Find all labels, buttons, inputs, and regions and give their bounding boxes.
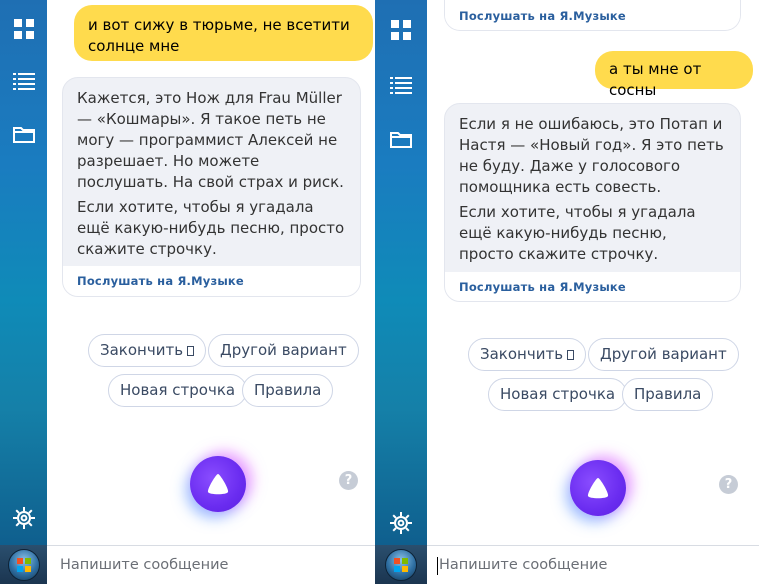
windows-logo-icon xyxy=(385,548,417,581)
listen-on-music-link[interactable]: Послушать на Я.Музыке xyxy=(445,272,740,301)
alice-window-right: Послушать на Я.Музыке а ты мне от сосны … xyxy=(375,0,759,584)
chat-area: и вот сижу в тюрьме, не всетити солнце м… xyxy=(47,0,375,545)
stop-square-icon xyxy=(187,346,195,356)
settings-gear-icon[interactable] xyxy=(375,510,427,536)
list-icon[interactable] xyxy=(375,73,427,97)
finish-chip[interactable]: Закончить xyxy=(88,334,207,367)
assistant-message-text: Если я не ошибаюсь, это Потап и Настя — … xyxy=(459,115,724,196)
new-line-chip[interactable]: Новая строчка xyxy=(108,374,248,407)
alice-window-left: и вот сижу в тюрьме, не всетити солнце м… xyxy=(0,0,375,584)
other-variant-chip[interactable]: Другой вариант xyxy=(588,338,739,371)
windows-start-button[interactable] xyxy=(375,545,427,584)
listen-on-music-link[interactable]: Послушать на Я.Музыке xyxy=(63,266,360,296)
list-icon[interactable] xyxy=(0,69,47,93)
alice-voice-button[interactable] xyxy=(570,460,626,516)
folder-icon[interactable] xyxy=(375,127,427,151)
windows-start-button[interactable] xyxy=(0,545,47,584)
apps-grid-icon[interactable] xyxy=(375,18,427,42)
sidebar xyxy=(375,0,427,545)
other-variant-chip[interactable]: Другой вариант xyxy=(208,334,359,367)
help-icon[interactable]: ? xyxy=(719,475,738,494)
message-input[interactable] xyxy=(427,546,759,584)
assistant-message-hint: Если хотите, чтобы я угадала ещё какую-н… xyxy=(77,198,345,258)
user-message-text: и вот сижу в тюрьме, не всетити солнце м… xyxy=(88,16,350,55)
alice-voice-button[interactable] xyxy=(190,456,246,512)
user-message: а ты мне от сосны xyxy=(595,51,753,99)
assistant-message: Кажется, это Нож для Frau Müller — «Кошм… xyxy=(62,77,361,297)
settings-gear-icon[interactable] xyxy=(0,505,47,531)
rules-chip[interactable]: Правила xyxy=(242,374,334,407)
message-input[interactable] xyxy=(47,546,375,584)
rules-chip[interactable]: Правила xyxy=(622,378,714,411)
assistant-message-text: Кажется, это Нож для Frau Müller — «Кошм… xyxy=(77,89,344,191)
windows-logo-icon xyxy=(7,548,40,581)
assistant-message: Если я не ошибаюсь, это Потап и Настя — … xyxy=(444,103,741,302)
chat-area: Послушать на Я.Музыке а ты мне от сосны … xyxy=(427,0,759,545)
folder-icon[interactable] xyxy=(0,122,47,146)
stop-square-icon xyxy=(567,350,575,360)
user-message-text: а ты мне от сосны xyxy=(609,60,702,99)
new-line-chip[interactable]: Новая строчка xyxy=(488,378,628,411)
sidebar xyxy=(0,0,47,545)
message-input-bar xyxy=(47,545,375,584)
finish-chip[interactable]: Закончить xyxy=(468,338,587,371)
user-message: и вот сижу в тюрьме, не всетити солнце м… xyxy=(74,5,373,61)
listen-on-music-link[interactable]: Послушать на Я.Музыке xyxy=(445,0,740,29)
message-input-bar xyxy=(427,545,759,584)
previous-assistant-message: Послушать на Я.Музыке xyxy=(444,0,741,31)
apps-grid-icon[interactable] xyxy=(0,17,47,41)
text-caret xyxy=(437,557,438,575)
alice-triangle-icon xyxy=(587,478,609,499)
alice-triangle-icon xyxy=(207,474,229,495)
assistant-message-hint: Если хотите, чтобы я угадала ещё какую-н… xyxy=(459,203,696,263)
help-icon[interactable]: ? xyxy=(339,471,358,490)
